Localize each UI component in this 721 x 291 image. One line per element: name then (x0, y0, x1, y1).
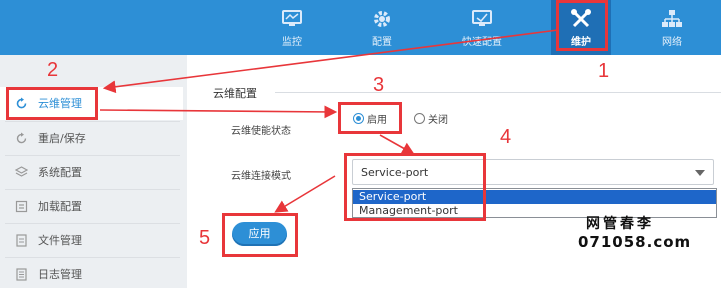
annotation-number: 3 (373, 74, 385, 96)
annotation-number: 4 (500, 126, 512, 148)
annotation-number: 1 (598, 60, 610, 82)
annotation-number: 5 (199, 227, 211, 249)
annotation-number: 2 (47, 59, 59, 81)
watermark-url: 071058.com (578, 233, 692, 251)
watermark-title: 网管春李 (586, 216, 654, 232)
